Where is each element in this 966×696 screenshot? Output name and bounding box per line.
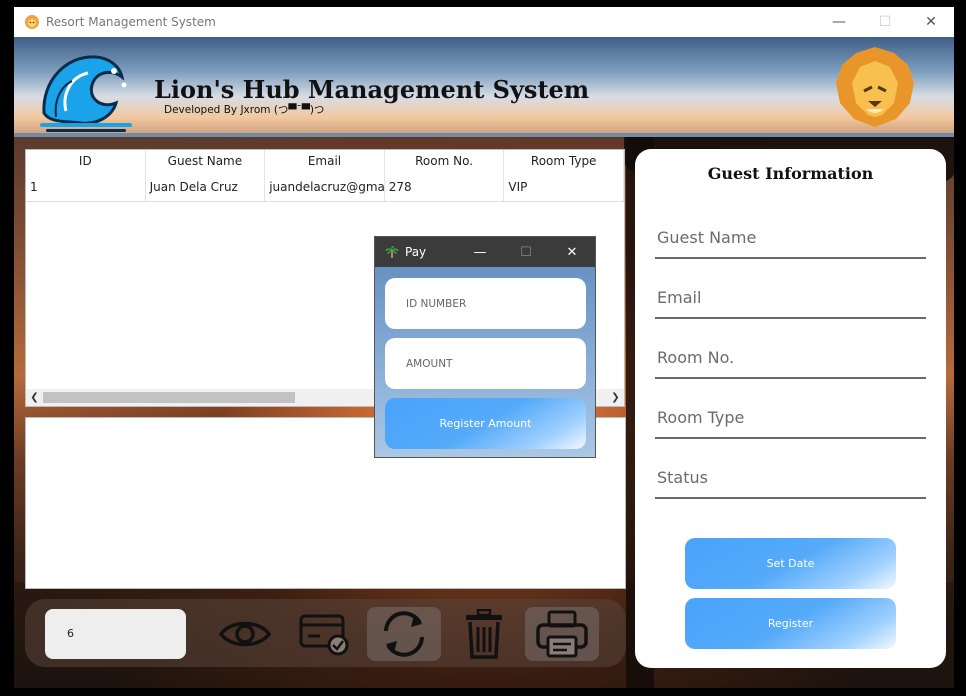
room-type-field[interactable] [655, 399, 926, 439]
register-amount-button[interactable]: Register Amount [385, 398, 586, 449]
developer-credit: Developed By Jxrom (つ▀¯▀)つ [164, 104, 325, 116]
card-check-icon [299, 614, 349, 656]
close-button[interactable]: ✕ [908, 7, 954, 37]
room-no-field[interactable] [655, 339, 926, 379]
cell-room-type[interactable]: VIP [504, 174, 624, 201]
pay-dialog: Pay — ☐ ✕ Register Amount [374, 236, 596, 458]
table-header: ID Guest Name Email Room No. Room Type [26, 150, 624, 174]
record-count: 6 [45, 609, 186, 659]
room-no-input[interactable] [655, 339, 926, 375]
refresh-button[interactable] [367, 607, 441, 661]
title-bar: Resort Management System — ☐ ✕ [14, 7, 954, 37]
scroll-right-icon[interactable]: ❯ [607, 389, 624, 406]
trash-icon [466, 609, 502, 659]
printer-icon [536, 610, 588, 658]
payment-button[interactable] [287, 607, 361, 661]
table-row[interactable]: 1 Juan Dela Cruz juandelacruz@gma... 278… [26, 174, 624, 202]
refresh-icon [384, 611, 424, 657]
action-toolbar: 6 [25, 599, 626, 667]
guest-name-field[interactable] [655, 219, 926, 259]
print-button[interactable] [525, 607, 599, 661]
set-date-button[interactable]: Set Date [685, 538, 896, 589]
column-header-room-no[interactable]: Room No. [385, 150, 505, 174]
column-header-email[interactable]: Email [265, 150, 385, 174]
cell-id[interactable]: 1 [26, 174, 146, 201]
register-button[interactable]: Register [685, 598, 896, 649]
column-header-guest-name[interactable]: Guest Name [146, 150, 266, 174]
eye-icon [219, 621, 271, 647]
header-banner: Lion's Hub Management System Developed B… [14, 37, 954, 137]
email-input[interactable] [655, 279, 926, 315]
status-field[interactable] [655, 459, 926, 499]
guest-info-title: Guest Information [707, 164, 874, 183]
scrollbar-thumb[interactable] [43, 392, 295, 403]
lion-logo [836, 47, 914, 127]
page-title: Lion's Hub Management System [154, 75, 590, 104]
dialog-close-button[interactable]: ✕ [549, 237, 595, 267]
pay-dialog-title: Pay [405, 245, 427, 259]
dialog-minimize-button[interactable]: — [457, 237, 503, 267]
room-type-input[interactable] [655, 399, 926, 435]
lion-app-icon [25, 15, 39, 29]
app-window: Resort Management System — ☐ ✕ Lion's Hu… [0, 0, 966, 696]
dialog-maximize-button[interactable]: ☐ [503, 237, 549, 267]
guest-info-card: Guest Information Set Date Register [635, 149, 946, 668]
cell-guest-name[interactable]: Juan Dela Cruz [146, 174, 266, 201]
cell-email[interactable]: juandelacruz@gma... [265, 174, 385, 201]
window-title: Resort Management System [46, 15, 216, 29]
maximize-button[interactable]: ☐ [862, 7, 908, 37]
amount-input[interactable] [385, 338, 586, 389]
view-button[interactable] [208, 607, 282, 661]
guest-name-input[interactable] [655, 219, 926, 255]
email-field[interactable] [655, 279, 926, 319]
status-input[interactable] [655, 459, 926, 495]
banner-divider [14, 133, 954, 137]
column-header-id[interactable]: ID [26, 150, 146, 174]
delete-button[interactable] [447, 607, 521, 661]
id-number-input[interactable] [385, 278, 586, 329]
wave-logo [40, 55, 132, 132]
column-header-room-type[interactable]: Room Type [504, 150, 624, 174]
palm-icon [385, 245, 399, 258]
minimize-button[interactable]: — [816, 7, 862, 37]
scroll-left-icon[interactable]: ❮ [26, 389, 43, 406]
pay-dialog-title-bar: Pay — ☐ ✕ [375, 237, 595, 267]
cell-room-no[interactable]: 278 [385, 174, 505, 201]
